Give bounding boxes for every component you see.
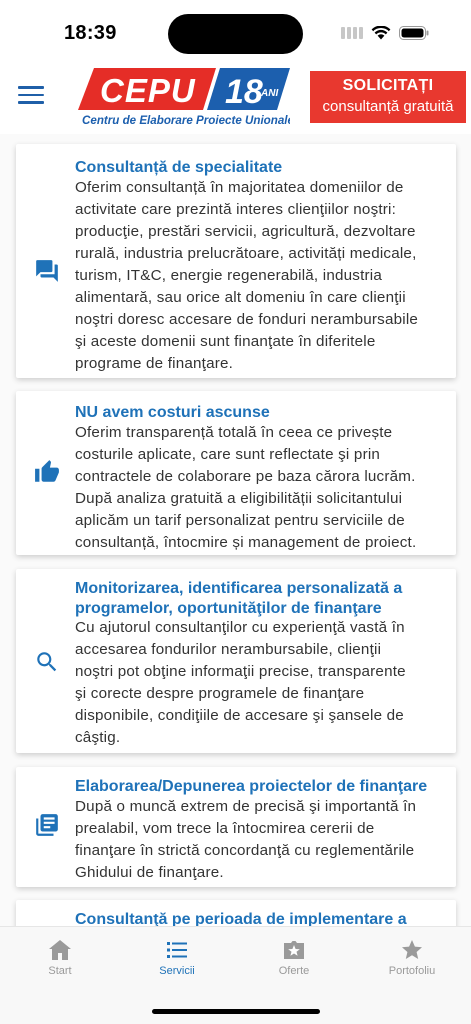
search-icon	[37, 652, 57, 672]
home-icon	[49, 940, 71, 960]
home-indicator[interactable]	[152, 1009, 320, 1014]
wifi-icon	[371, 26, 391, 40]
tab-servicii[interactable]: Servicii	[127, 939, 227, 977]
card-title: Consultanță de specialitate	[75, 159, 283, 176]
badge-star-icon	[284, 941, 304, 959]
app-header: CEPU 18 ANI Centru de Elaborare Proiecte…	[0, 62, 471, 134]
cellular-signal-icon	[341, 27, 363, 39]
star-icon	[402, 940, 422, 959]
cta-subtitle: consultanță gratuită	[322, 98, 454, 115]
service-card-specialty-consulting[interactable]: Consultanță de specialitate Oferim consu…	[16, 144, 456, 378]
tab-label: Servicii	[159, 965, 195, 977]
service-card-project-submission[interactable]: Elaborarea/Depunerea proiectelor de fina…	[16, 767, 456, 887]
card-title: Elaborarea/Depunerea proiectelor de fina…	[75, 778, 428, 795]
card-text: După o muncă extrem de precisă şi import…	[75, 798, 417, 881]
service-card-funding-monitoring[interactable]: Monitorizarea, identificarea personaliza…	[16, 569, 456, 753]
tab-label: Oferte	[278, 965, 310, 977]
cepu-logo: CEPU 18 ANI Centru de Elaborare Proiecte…	[78, 68, 290, 127]
thumbs-up-icon	[35, 460, 59, 482]
card-text: Oferim transparență totală în ceea ce pr…	[75, 424, 417, 551]
menu-icon	[18, 86, 44, 89]
list-icon	[167, 942, 187, 958]
card-title: Consultanţă pe perioada de implementare …	[75, 911, 407, 926]
card-title: NU avem costuri ascunse	[75, 404, 270, 421]
logo-subtitle: Centru de Elaborare Proiecte Unionale	[82, 114, 290, 127]
request-consultation-button[interactable]: SOLICITAȚI consultanță gratuită	[310, 71, 466, 123]
tab-label: Portofoliu	[388, 965, 436, 977]
card-text: Oferim consultanță în majoritatea domeni…	[75, 179, 419, 372]
cta-title: SOLICITAȚI	[342, 77, 434, 94]
status-icons	[341, 26, 429, 40]
service-card-no-hidden-costs[interactable]: NU avem costuri ascunse Oferim transpare…	[16, 391, 456, 555]
card-title: Monitorizarea, identificarea personaliza…	[75, 580, 403, 617]
battery-icon	[399, 26, 429, 40]
chat-icon	[36, 260, 58, 282]
card-text: Cu ajutorul consultanţilor cu experienţă…	[75, 619, 406, 746]
document-list-icon	[36, 814, 58, 836]
tab-portofoliu[interactable]: Portofoliu	[362, 939, 462, 977]
services-list[interactable]: Consultanță de specialitate Oferim consu…	[0, 134, 471, 926]
dynamic-island	[168, 14, 303, 54]
tab-label: Start	[48, 965, 72, 977]
logo-years-number: 18	[225, 73, 263, 111]
tab-start[interactable]: Start	[10, 939, 110, 977]
logo-years-unit: ANI	[260, 88, 278, 99]
tab-oferte[interactable]: Oferte	[244, 939, 344, 977]
status-bar: 18:39	[0, 0, 471, 62]
menu-button[interactable]	[18, 86, 44, 108]
logo-main-text: CEPU	[100, 72, 196, 109]
service-card-implementation-consulting[interactable]: Consultanţă pe perioada de implementare …	[16, 900, 456, 926]
status-time: 18:39	[64, 22, 117, 44]
